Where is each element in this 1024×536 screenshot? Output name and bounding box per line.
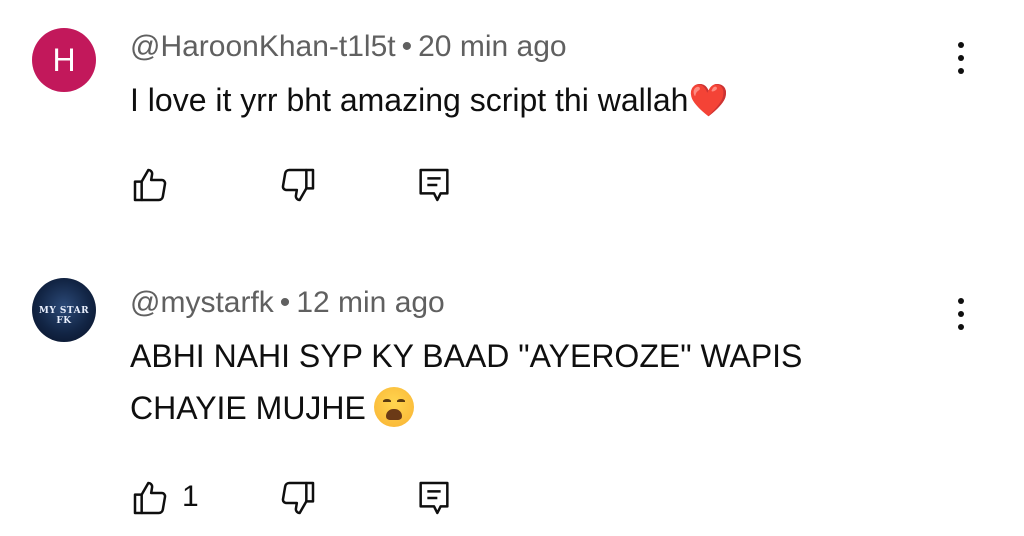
avatar-letter: H [52, 41, 76, 78]
more-vert-icon[interactable] [950, 38, 972, 78]
avatar-brand-text: MY STAR FK [38, 306, 90, 326]
avatar[interactable]: H [32, 28, 96, 92]
thumbs-up-icon[interactable] [130, 478, 170, 518]
weary-face-emoji [373, 387, 414, 427]
meta-separator: • [279, 286, 291, 319]
comment-actions [130, 165, 530, 205]
comment-time[interactable]: 12 min ago [296, 286, 444, 319]
comment-time[interactable]: 20 min ago [418, 30, 566, 63]
meta-separator: • [401, 30, 413, 63]
comment-meta: @HaroonKhan-t1l5t • 20 min ago [130, 30, 567, 64]
reply-icon[interactable] [414, 165, 454, 205]
comment-meta: @mystarfk • 12 min ago [130, 286, 445, 320]
comment-actions: 1 [130, 478, 530, 518]
comment-text: ABHI NAHI SYP KY BAAD "AYEROZE" WAPIS CH… [130, 330, 890, 434]
like-count: 1 [182, 480, 199, 513]
thumbs-down-icon[interactable] [278, 478, 318, 518]
comment-author[interactable]: @HaroonKhan-t1l5t [130, 30, 396, 63]
avatar[interactable]: MY STAR FK [32, 278, 96, 342]
comment-text-content: ABHI NAHI SYP KY BAAD "AYEROZE" WAPIS CH… [130, 338, 803, 426]
thumbs-up-icon[interactable] [130, 165, 170, 205]
thumbs-down-icon[interactable] [278, 165, 318, 205]
more-vert-icon[interactable] [950, 294, 972, 334]
heart-emoji: ❤️ [688, 82, 729, 118]
reply-icon[interactable] [414, 478, 454, 518]
comment-text-content: I love it yrr bht amazing script thi wal… [130, 82, 689, 118]
comment-text: I love it yrr bht amazing script thi wal… [130, 74, 930, 126]
comment-author[interactable]: @mystarfk [130, 286, 274, 319]
